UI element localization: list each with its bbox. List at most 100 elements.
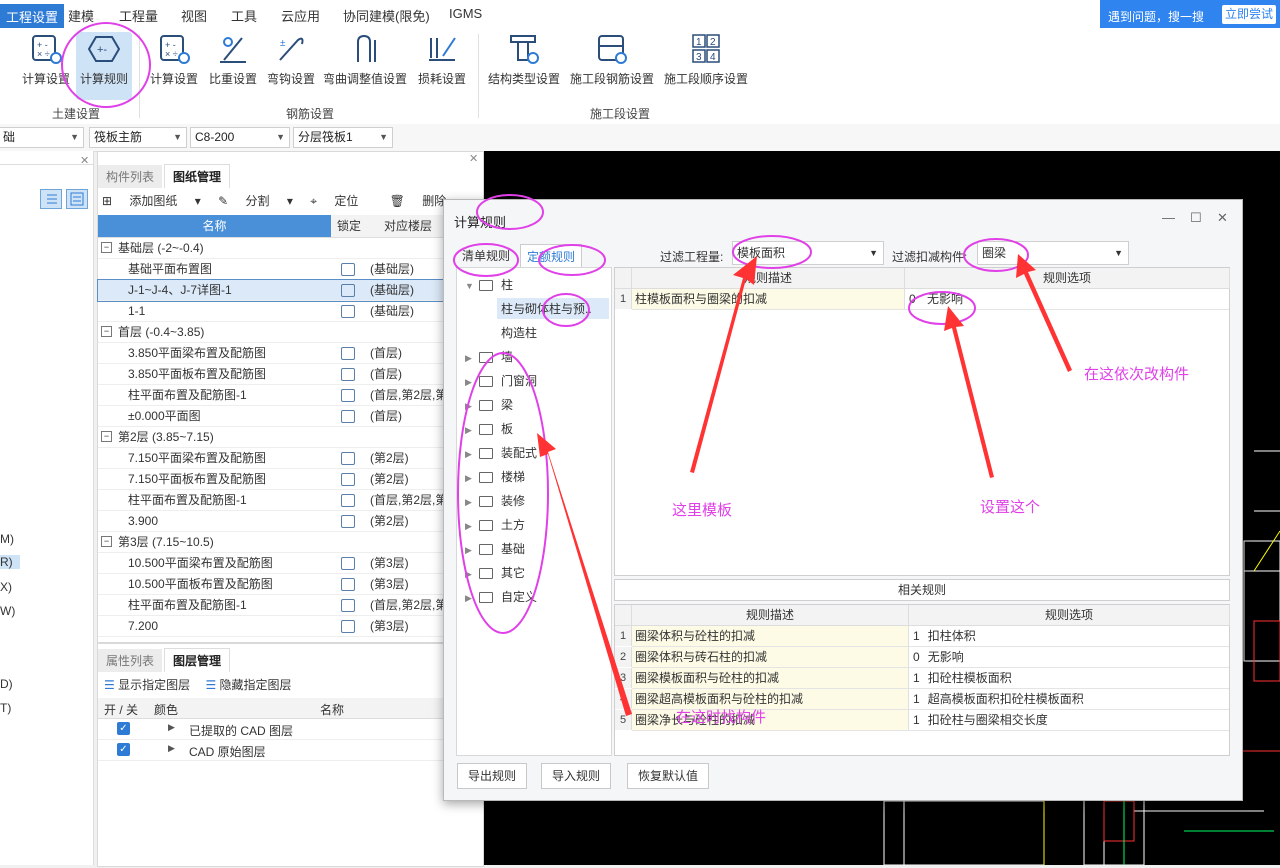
shortcut-label-t[interactable]: T) — [0, 701, 11, 715]
shortcut-label-x[interactable]: X) — [0, 580, 12, 594]
layer-raft-select[interactable]: 分层筏板1 ▼ — [293, 127, 393, 148]
shortcut-label-r[interactable]: R) — [0, 555, 20, 569]
layer-visible-checkbox[interactable]: ✓ — [117, 743, 130, 756]
floor-group-row[interactable]: − 首层 (-0.4~3.85) — [98, 322, 483, 343]
civil-calc-settings-button[interactable]: + - × ÷ 计算设置 — [20, 32, 72, 87]
floor-group-row[interactable]: − 第3层 (7.15~10.5) — [98, 532, 483, 553]
locate-button[interactable]: ⌖ 定位 — [310, 194, 372, 208]
tab-quota-rules[interactable]: 定额规则 — [520, 244, 583, 268]
tree-folder-node[interactable]: ▶ 梁 — [465, 396, 513, 413]
drawing-row[interactable]: J-1~J-4、J-7详图-1 (基础层) — [97, 279, 484, 302]
expand-arrow-icon[interactable]: ▶ — [168, 722, 175, 733]
floor-group-row[interactable]: − 第2层 (3.85~7.15) — [98, 427, 483, 448]
lock-icon[interactable] — [341, 473, 355, 486]
drawing-row[interactable]: 1-1 (基础层) — [98, 301, 483, 322]
tab-component-list[interactable]: 构件列表 — [98, 165, 163, 188]
help-text[interactable]: 遇到问题，搜一搜 — [1108, 8, 1204, 25]
close-icon[interactable]: ✕ — [1217, 210, 1228, 226]
tree-folder-node[interactable]: ▶ 楼梯 — [465, 468, 525, 485]
tab-layer-management[interactable]: 图层管理 — [164, 648, 231, 672]
menu-igms[interactable]: IGMS — [449, 6, 482, 21]
menu-collab[interactable]: 协同建模(限免) — [343, 6, 430, 25]
maximize-icon[interactable]: ☐ — [1190, 210, 1202, 226]
drawing-row[interactable]: 柱平面布置及配筋图-1 (首层,第2层,第 — [98, 385, 483, 406]
component-name-select[interactable]: 筏板主筋 ▼ — [89, 127, 187, 148]
show-layer-button[interactable]: ☰ 显示指定图层 — [104, 678, 190, 692]
import-rules-button[interactable]: 导入规则 — [541, 763, 612, 789]
lock-icon[interactable] — [341, 305, 355, 318]
tree-folder-node[interactable]: ▶ 装修 — [465, 492, 525, 509]
collapse-icon[interactable]: − — [101, 536, 112, 547]
structure-type-settings-button[interactable]: 结构类型设置 — [486, 32, 562, 87]
menu-quantity[interactable]: 工程量 — [119, 6, 158, 25]
lock-icon[interactable] — [341, 620, 355, 633]
collapse-icon[interactable]: − — [101, 431, 112, 442]
lock-icon[interactable] — [341, 368, 355, 381]
section-order-settings-button[interactable]: 1234 施工段顺序设置 — [662, 32, 750, 87]
lock-icon[interactable] — [341, 557, 355, 570]
tree-node-column[interactable]: ▼ 柱 — [465, 276, 513, 293]
drawing-row[interactable]: 柱平面布置及配筋图-1 (首层,第2层,第 — [98, 595, 483, 616]
restore-defaults-button[interactable]: 恢复默认值 — [627, 763, 710, 789]
component-type-select[interactable]: 础 ▼ — [0, 127, 84, 148]
lock-icon[interactable] — [341, 599, 355, 612]
tree-folder-node[interactable]: ▶ 土方 — [465, 516, 525, 533]
drawing-row[interactable]: 7.200 (第3层) — [98, 616, 483, 637]
list-view-icon[interactable] — [40, 189, 62, 209]
split-button[interactable]: ✎ 分割 ▾ — [218, 194, 293, 208]
tree-folder-node[interactable]: ▶ 自定义 — [465, 588, 537, 605]
floor-group-row[interactable]: − 基础层 (-2~-0.4) — [98, 238, 483, 259]
tree-folder-node[interactable]: ▶ 墙 — [465, 348, 513, 365]
density-settings-button[interactable]: 比重设置 — [206, 32, 260, 87]
hide-layer-button[interactable]: ☰ 隐藏指定图层 — [205, 678, 291, 692]
hook-settings-button[interactable]: ± 弯钩设置 — [264, 32, 318, 87]
tree-folder-node[interactable]: ▶ 基础 — [465, 540, 525, 557]
tab-bill-rules[interactable]: 清单规则 — [456, 244, 516, 267]
drawing-row[interactable]: 柱平面布置及配筋图-1 (首层,第2层,第 — [98, 490, 483, 511]
related-rule-description[interactable]: 圈梁超高模板面积与砼柱的扣减 — [632, 689, 909, 710]
close-icon[interactable]: ✕ — [469, 152, 478, 165]
section-rebar-settings-button[interactable]: 施工段钢筋设置 — [568, 32, 656, 87]
lock-icon[interactable] — [341, 410, 355, 423]
header-name[interactable]: 名称 — [98, 215, 331, 237]
lock-icon[interactable] — [341, 515, 355, 528]
drawing-row[interactable]: 基础平面布置图 (基础层) — [98, 259, 483, 280]
related-rule-description[interactable]: 圈梁净长与砼柱的扣减 — [632, 710, 909, 731]
tree-node-constructional-column[interactable]: 构造柱 — [501, 324, 537, 341]
close-icon[interactable]: ✕ — [80, 154, 89, 167]
related-rule-option[interactable]: 0 无影响 — [909, 647, 1229, 668]
lock-icon[interactable] — [341, 284, 355, 297]
shortcut-label-d[interactable]: D) — [0, 677, 13, 691]
lock-icon[interactable] — [341, 389, 355, 402]
related-rule-option[interactable]: 1 超高模板面积扣砼柱模板面积 — [909, 689, 1229, 710]
lock-icon[interactable] — [341, 452, 355, 465]
drawing-row[interactable]: ±0.000平面图 (首层) — [98, 406, 483, 427]
related-rule-option[interactable]: 1 扣砼柱与圈梁相交长度 — [909, 710, 1229, 731]
rebar-calc-settings-button[interactable]: + - × ÷ 计算设置 — [148, 32, 200, 87]
spec-select[interactable]: C8-200 ▼ — [190, 127, 290, 148]
rule-description[interactable]: 柱模板面积与圈梁的扣减 — [632, 289, 905, 310]
try-now-button[interactable]: 立即尝试 — [1222, 5, 1276, 24]
drawing-row[interactable]: 10.500平面梁布置及配筋图 (第3层) — [98, 553, 483, 574]
drawing-row[interactable]: 3.850平面梁布置及配筋图 (首层) — [98, 343, 483, 364]
menu-tools[interactable]: 工具 — [231, 6, 257, 25]
drawing-row[interactable]: 10.500平面板布置及配筋图 (第3层) — [98, 574, 483, 595]
menu-cloud[interactable]: 云应用 — [281, 6, 320, 25]
minimize-icon[interactable]: — — [1162, 210, 1175, 225]
filter-quantity-select[interactable]: 模板面积 ▼ — [732, 241, 884, 265]
related-rule-description[interactable]: 圈梁体积与砼柱的扣减 — [632, 626, 909, 647]
expand-arrow-icon[interactable]: ▶ — [168, 743, 175, 754]
calc-rules-button[interactable]: +- 计算规则 — [76, 32, 132, 100]
tree-folder-node[interactable]: ▶ 门窗洞 — [465, 372, 537, 389]
drawing-row[interactable]: 3.850平面板布置及配筋图 (首层) — [98, 364, 483, 385]
rule-option[interactable]: 0 无影响 — [905, 289, 1229, 310]
shortcut-label-m[interactable]: M) — [0, 532, 14, 546]
layer-visible-checkbox[interactable]: ✓ — [117, 722, 130, 735]
filter-deduct-select[interactable]: 圈梁 ▼ — [977, 241, 1129, 265]
lock-icon[interactable] — [341, 347, 355, 360]
loss-settings-button[interactable]: 损耗设置 — [414, 32, 470, 87]
detail-view-icon[interactable] — [66, 189, 88, 209]
drawing-row[interactable]: 7.150平面板布置及配筋图 (第2层) — [98, 469, 483, 490]
menu-view[interactable]: 视图 — [181, 6, 207, 25]
collapse-icon[interactable]: − — [101, 242, 112, 253]
